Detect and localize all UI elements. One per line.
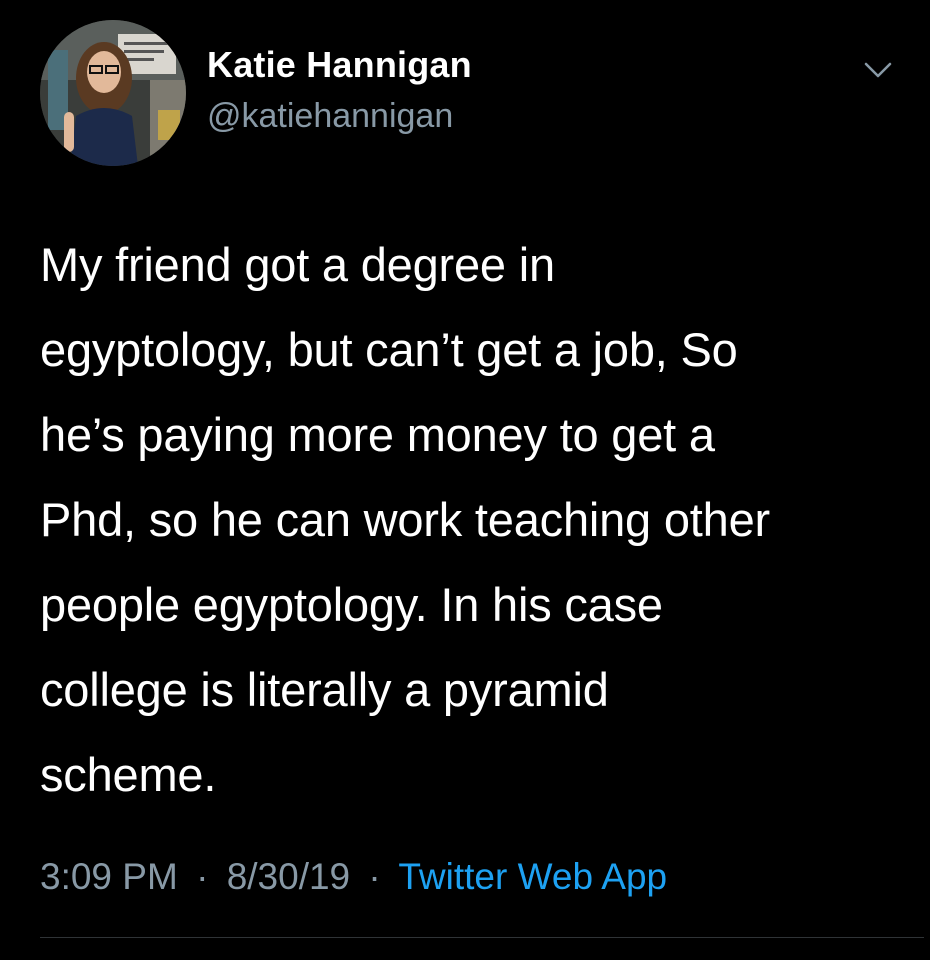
meta-separator: · <box>368 856 381 897</box>
tweet-text: My friend got a degree in egyptology, bu… <box>40 222 910 817</box>
chevron-down-icon[interactable] <box>860 58 896 82</box>
avatar[interactable] <box>40 20 186 166</box>
meta-separator: · <box>196 856 209 897</box>
tweet-text-line: scheme. <box>40 748 217 801</box>
divider <box>40 937 924 938</box>
tweet-date[interactable]: 8/30/19 <box>227 856 350 897</box>
tweet-text-line: Phd, so he can work teaching other <box>40 493 770 546</box>
tweet-text-line: My friend got a degree in <box>40 238 555 291</box>
tweet-time[interactable]: 3:09 PM <box>40 856 178 897</box>
tweet: Katie Hannigan @katiehannigan My friend … <box>0 0 930 960</box>
tweet-source-link[interactable]: Twitter Web App <box>398 856 667 897</box>
tweet-text-line: college is literally a pyramid <box>40 663 609 716</box>
author-name[interactable]: Katie Hannigan <box>207 44 472 86</box>
author-handle[interactable]: @katiehannigan <box>207 97 453 136</box>
tweet-meta: 3:09 PM · 8/30/19 · Twitter Web App <box>40 856 667 898</box>
tweet-text-line: egyptology, but can’t get a job, So <box>40 323 738 376</box>
tweet-text-line: he’s paying more money to get a <box>40 408 715 461</box>
profile-photo-icon <box>40 20 186 166</box>
tweet-text-line: people egyptology. In his case <box>40 578 663 631</box>
